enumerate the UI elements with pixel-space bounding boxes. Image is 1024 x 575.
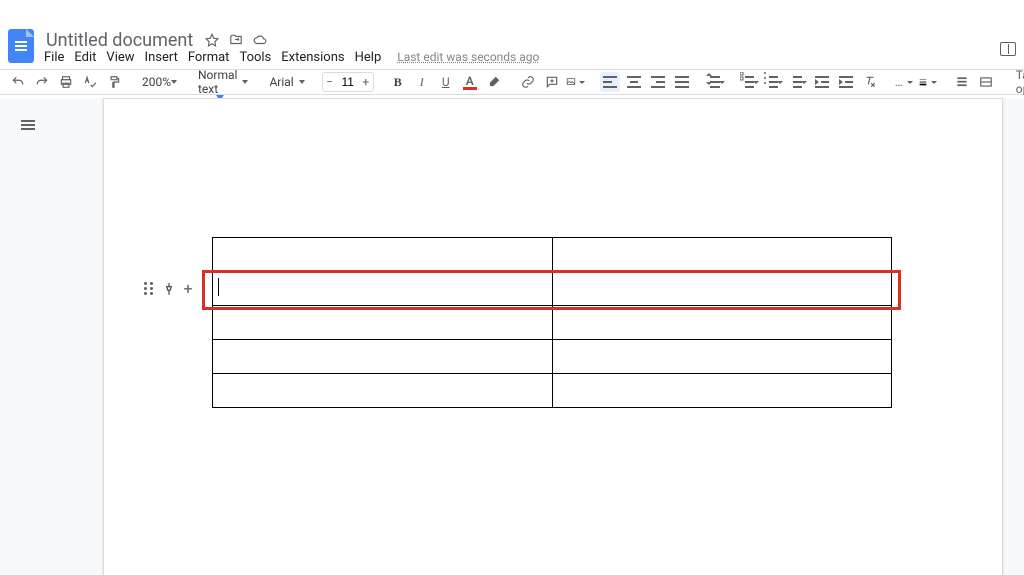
border-dash-button[interactable] [894,72,914,92]
table-cell[interactable] [552,238,892,272]
toolbar: 200% Normal text Arial − + B I U A Table… [0,70,1024,95]
paint-format-button[interactable] [104,72,124,92]
highlight-color-button[interactable] [484,72,504,92]
document-table[interactable] [212,237,892,408]
table-cell[interactable] [213,306,553,340]
redo-button[interactable] [32,72,52,92]
table-cell[interactable] [552,340,892,374]
menu-format[interactable]: Format [188,50,230,65]
table-row[interactable] [213,306,892,340]
outline-toggle-button[interactable] [16,114,38,136]
text-color-button[interactable]: A [460,72,480,92]
italic-button[interactable]: I [412,72,432,92]
document-page[interactable]: + [103,98,1003,575]
table-row[interactable] [213,374,892,408]
table-cell[interactable] [213,272,553,306]
increase-indent-button[interactable] [836,72,856,92]
move-icon[interactable] [229,33,243,47]
table-cell[interactable] [213,340,553,374]
checklist-button[interactable] [740,72,760,92]
align-justify-button[interactable] [672,72,692,92]
star-icon[interactable] [205,33,219,47]
table-cell[interactable] [213,238,553,272]
menu-file[interactable]: File [44,50,64,65]
cloud-status-icon[interactable] [253,33,267,47]
align-left-button[interactable] [600,72,620,92]
last-edit-info[interactable]: Last edit was seconds ago [397,50,539,64]
document-title[interactable]: Untitled document [42,30,197,51]
align-center-button[interactable] [624,72,644,92]
menu-extensions[interactable]: Extensions [281,50,344,65]
text-cursor [218,278,219,296]
spellcheck-button[interactable] [80,72,100,92]
cell-vertical-align-button[interactable] [952,72,972,92]
decrease-indent-button[interactable] [812,72,832,92]
title-bar: Untitled document [0,28,1024,50]
table-options-button[interactable]: Table options [1010,68,1024,96]
clear-formatting-button[interactable] [860,72,880,92]
table-row[interactable] [213,340,892,374]
print-button[interactable] [56,72,76,92]
menu-view[interactable]: View [106,50,134,65]
menu-bar: File Edit View Insert Format Tools Exten… [0,50,1024,70]
table-cell[interactable] [552,374,892,408]
docs-logo-icon[interactable] [8,29,34,63]
menu-tools[interactable]: Tools [239,50,271,65]
numbered-list-button[interactable] [788,72,808,92]
side-panel-toggle-icon[interactable] [1000,42,1016,56]
zoom-select[interactable]: 200% [138,72,180,92]
bulleted-list-button[interactable] [764,72,784,92]
paragraph-style-select[interactable]: Normal text [194,72,251,92]
insert-link-button[interactable] [518,72,538,92]
row-controls: + [144,281,193,297]
font-select[interactable]: Arial [265,72,307,92]
merge-cells-button[interactable] [976,72,996,92]
menu-edit[interactable]: Edit [74,50,96,65]
align-right-button[interactable] [648,72,668,92]
font-size-stepper[interactable]: − + [322,72,374,92]
menu-insert[interactable]: Insert [145,50,178,65]
add-comment-button[interactable] [542,72,562,92]
pin-row-icon[interactable] [162,281,176,297]
undo-button[interactable] [8,72,28,92]
table-cell[interactable] [552,272,892,306]
font-size-input[interactable] [337,75,359,89]
table-row[interactable] [213,238,892,272]
workspace: + [0,98,1024,575]
font-size-decrease[interactable]: − [323,75,337,89]
insert-row-icon[interactable]: + [184,282,193,296]
table-cell[interactable] [213,374,553,408]
line-spacing-button[interactable] [706,72,726,92]
border-width-button[interactable] [918,72,938,92]
underline-button[interactable]: U [436,72,456,92]
drag-handle-icon[interactable] [144,282,154,296]
table-row[interactable] [213,272,892,306]
font-size-increase[interactable]: + [359,75,373,89]
bold-button[interactable]: B [388,72,408,92]
menu-help[interactable]: Help [355,50,382,65]
insert-image-button[interactable] [566,72,586,92]
table-cell[interactable] [552,306,892,340]
